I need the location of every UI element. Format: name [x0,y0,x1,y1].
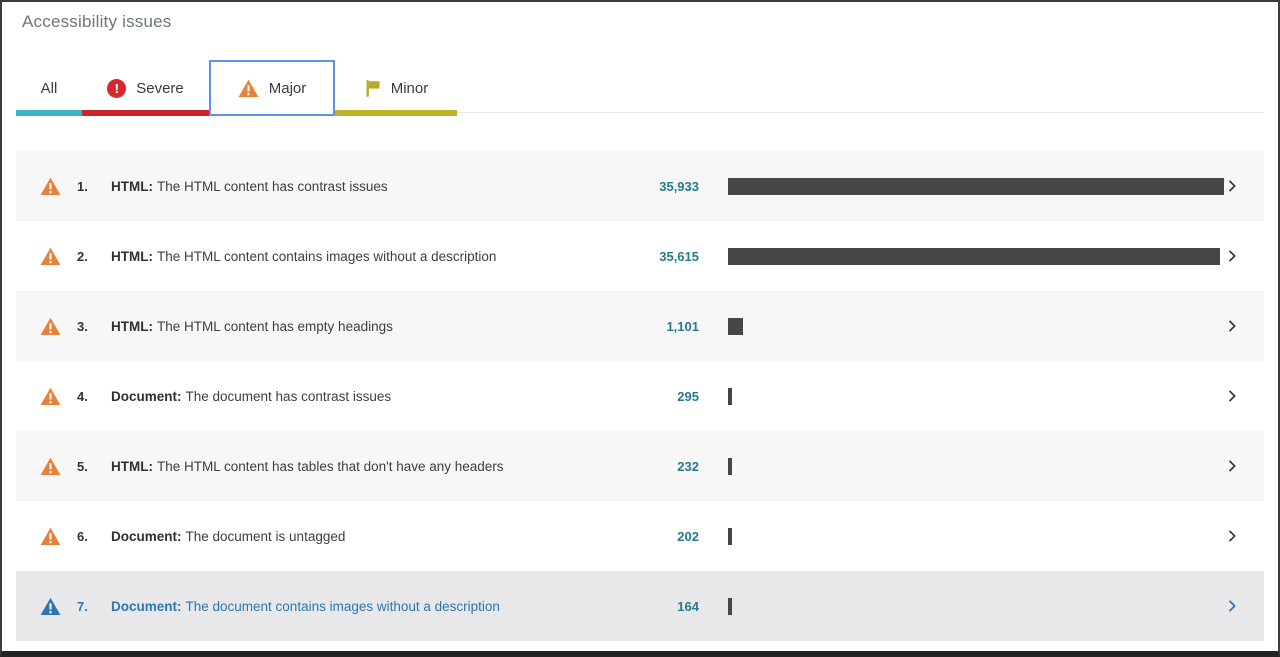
issue-row[interactable]: 5. HTML: The HTML content has tables that… [16,431,1264,501]
issue-bar-track [728,317,1224,335]
page-title: Accessibility issues [22,12,172,31]
issue-category: HTML: [111,318,153,334]
severity-tabs: All ! Severe Major Minor [16,60,1264,116]
issue-bar [728,457,732,475]
issue-index: 7. [77,598,88,614]
chevron-right-icon[interactable] [1224,598,1240,614]
warning-triangle-icon [40,457,61,476]
issue-index: 3. [77,318,88,334]
tab-all-label: All [40,79,58,97]
flag-icon [364,79,381,98]
chevron-right-icon[interactable] [1224,178,1240,194]
warning-triangle-icon [40,387,61,406]
issue-row[interactable]: 6. Document: The document is untagged 202 [16,501,1264,571]
warning-triangle-icon [40,247,61,266]
issue-category: Document: [111,598,182,614]
issue-row[interactable]: 7. Document: The document contains images… [16,571,1264,641]
issue-category: HTML: [111,248,153,264]
issue-label: Document: The document contains images wi… [111,599,615,614]
issue-index: 6. [77,528,88,544]
severe-exclamation-circle-icon: ! [107,78,127,98]
warning-triangle-icon [40,177,61,196]
issue-label: HTML: The HTML content contains images wi… [111,249,615,264]
issue-category: Document: [111,388,182,404]
issue-description: The HTML content has contrast issues [156,178,388,194]
issue-bar-track [728,177,1224,195]
issue-row[interactable]: 2. HTML: The HTML content contains images… [16,221,1264,291]
chevron-right-icon[interactable] [1224,528,1240,544]
issue-description: The HTML content has empty headings [156,318,393,334]
warning-triangle-icon [40,597,61,616]
tab-severe-label: Severe [136,79,184,97]
issue-bar [728,387,733,405]
issue-index: 5. [77,458,88,474]
issues-list: 1. HTML: The HTML content has contrast is… [16,151,1264,641]
issue-count: 164 [677,598,699,614]
tab-minor-label: Minor [390,79,429,97]
tabs-divider-line [457,112,1264,113]
warning-triangle-icon [40,317,61,336]
issue-bar [728,247,1220,265]
issue-label: Document: The document has contrast issue… [111,389,615,404]
tab-severe[interactable]: ! Severe [82,60,209,116]
issue-label: HTML: The HTML content has empty headings [111,319,615,334]
chevron-right-icon[interactable] [1224,318,1240,334]
issue-count: 202 [677,528,699,544]
issue-bar [728,597,732,615]
issue-bar [728,177,1224,195]
issue-count: 1,101 [666,318,699,334]
issue-category: Document: [111,528,182,544]
issue-bar-track [728,597,1224,615]
issue-row[interactable]: 3. HTML: The HTML content has empty headi… [16,291,1264,361]
issue-bar [728,317,744,335]
issue-description: The document is untagged [185,528,346,544]
issue-index: 4. [77,388,88,404]
issue-category: HTML: [111,458,153,474]
issue-bar-track [728,457,1224,475]
tab-all[interactable]: All [16,60,82,116]
issue-bar [728,527,732,545]
issue-row[interactable]: 4. Document: The document has contrast is… [16,361,1264,431]
issue-description: The document contains images without a d… [185,598,500,614]
issue-index: 1. [77,178,88,194]
warning-triangle-icon [40,527,61,546]
issue-label: HTML: The HTML content has tables that do… [111,459,615,474]
chevron-right-icon[interactable] [1224,388,1240,404]
chevron-right-icon[interactable] [1224,248,1240,264]
issue-count: 232 [677,458,699,474]
warning-triangle-icon [238,79,259,98]
tab-major-label: Major [268,79,307,97]
issue-label: HTML: The HTML content has contrast issue… [111,179,615,194]
chevron-right-icon[interactable] [1224,458,1240,474]
issue-bar-track [728,247,1224,265]
issue-count: 295 [677,388,699,404]
issue-category: HTML: [111,178,153,194]
issue-description: The HTML content has tables that don't h… [156,458,504,474]
issue-bar-track [728,527,1224,545]
tab-minor[interactable]: Minor [335,60,457,116]
issue-label: Document: The document is untagged [111,529,615,544]
tab-major[interactable]: Major [209,60,335,116]
accessibility-issues-panel: Accessibility issues All ! Severe Major [0,0,1280,657]
issue-index: 2. [77,248,88,264]
issue-description: The HTML content contains images without… [156,248,497,264]
issue-bar-track [728,387,1224,405]
issue-description: The document has contrast issues [185,388,392,404]
issue-count: 35,933 [659,178,699,194]
issue-count: 35,615 [659,248,699,264]
issue-row[interactable]: 1. HTML: The HTML content has contrast is… [16,151,1264,221]
